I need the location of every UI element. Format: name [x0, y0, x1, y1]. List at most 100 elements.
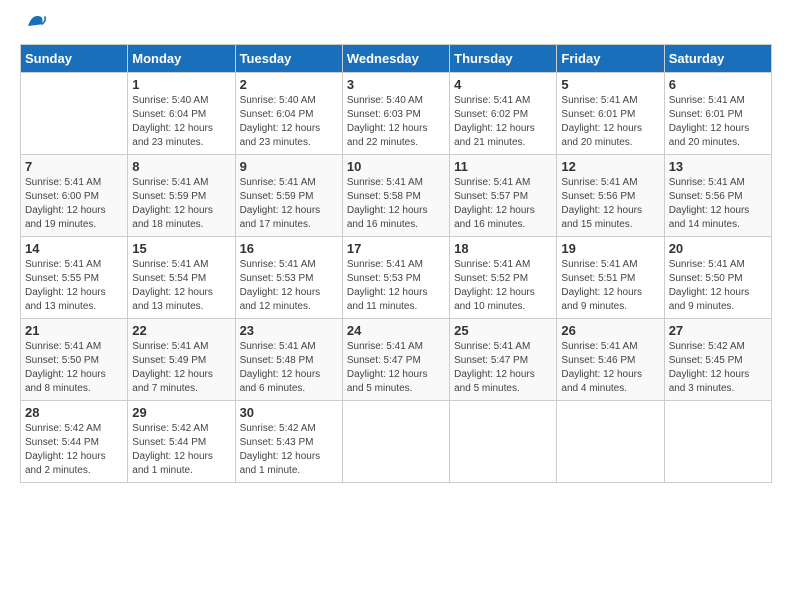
calendar-cell: 24Sunrise: 5:41 AM Sunset: 5:47 PM Dayli… [342, 319, 449, 401]
calendar-cell: 6 Sunrise: 5:41 AM Sunset: 6:01 PM Daylig… [664, 73, 771, 155]
day-info: Sunrise: 5:42 AM Sunset: 5:43 PM Dayligh… [240, 422, 338, 478]
calendar-cell: 17Sunrise: 5:41 AM Sunset: 5:53 PM Dayli… [342, 237, 449, 319]
day-number: 23 [240, 323, 338, 338]
day-number: 20 [669, 241, 767, 256]
day-info: Sunrise: 5:41 AM Sunset: 6:01 PM Dayligh… [669, 94, 767, 150]
col-header-tuesday: Tuesday [235, 45, 342, 73]
day-number: 3 [347, 77, 445, 92]
calendar-cell [21, 73, 128, 155]
day-number: 1 [132, 77, 230, 92]
calendar-cell: 18 Sunrise: 5:41 AM Sunset: 5:52 PM Dayli… [450, 237, 557, 319]
day-number: 7 [25, 159, 123, 174]
day-info: Sunrise: 5:41 AM Sunset: 5:53 PM Dayligh… [347, 258, 445, 314]
day-info: Sunrise: 5:41 AM Sunset: 5:56 PM Dayligh… [561, 176, 659, 232]
calendar-week-row: 1 Sunrise: 5:40 AM Sunset: 6:04 PM Daylig… [21, 73, 772, 155]
calendar-cell [342, 401, 449, 483]
day-info: Sunrise: 5:41 AM Sunset: 5:50 PM Dayligh… [25, 340, 123, 396]
col-header-thursday: Thursday [450, 45, 557, 73]
day-number: 29 [132, 405, 230, 420]
calendar-header-row: SundayMondayTuesdayWednesdayThursdayFrid… [21, 45, 772, 73]
calendar-cell: 3 Sunrise: 5:40 AM Sunset: 6:03 PM Daylig… [342, 73, 449, 155]
day-info: Sunrise: 5:41 AM Sunset: 5:55 PM Dayligh… [25, 258, 123, 314]
day-number: 21 [25, 323, 123, 338]
day-info: Sunrise: 5:41 AM Sunset: 6:01 PM Dayligh… [561, 94, 659, 150]
day-number: 5 [561, 77, 659, 92]
calendar-cell: 7 Sunrise: 5:41 AM Sunset: 6:00 PM Daylig… [21, 155, 128, 237]
calendar-cell: 14 Sunrise: 5:41 AM Sunset: 5:55 PM Dayli… [21, 237, 128, 319]
calendar-cell: 9Sunrise: 5:41 AM Sunset: 5:59 PM Daylig… [235, 155, 342, 237]
day-number: 13 [669, 159, 767, 174]
day-number: 26 [561, 323, 659, 338]
calendar-cell: 12 Sunrise: 5:41 AM Sunset: 5:56 PM Dayli… [557, 155, 664, 237]
day-info: Sunrise: 5:40 AM Sunset: 6:03 PM Dayligh… [347, 94, 445, 150]
day-info: Sunrise: 5:41 AM Sunset: 5:57 PM Dayligh… [454, 176, 552, 232]
col-header-friday: Friday [557, 45, 664, 73]
day-number: 8 [132, 159, 230, 174]
day-info: Sunrise: 5:42 AM Sunset: 5:44 PM Dayligh… [132, 422, 230, 478]
day-info: Sunrise: 5:41 AM Sunset: 5:50 PM Dayligh… [669, 258, 767, 314]
day-number: 12 [561, 159, 659, 174]
calendar-cell: 20 Sunrise: 5:41 AM Sunset: 5:50 PM Dayli… [664, 237, 771, 319]
day-info: Sunrise: 5:41 AM Sunset: 6:00 PM Dayligh… [25, 176, 123, 232]
calendar-cell: 25 Sunrise: 5:41 AM Sunset: 5:47 PM Dayli… [450, 319, 557, 401]
day-info: Sunrise: 5:41 AM Sunset: 5:58 PM Dayligh… [347, 176, 445, 232]
col-header-saturday: Saturday [664, 45, 771, 73]
day-number: 11 [454, 159, 552, 174]
calendar-cell: 27Sunrise: 5:42 AM Sunset: 5:45 PM Dayli… [664, 319, 771, 401]
calendar-cell: 15Sunrise: 5:41 AM Sunset: 5:54 PM Dayli… [128, 237, 235, 319]
day-number: 6 [669, 77, 767, 92]
day-info: Sunrise: 5:42 AM Sunset: 5:45 PM Dayligh… [669, 340, 767, 396]
col-header-wednesday: Wednesday [342, 45, 449, 73]
day-number: 18 [454, 241, 552, 256]
day-number: 22 [132, 323, 230, 338]
logo-text [20, 20, 48, 34]
day-number: 19 [561, 241, 659, 256]
day-info: Sunrise: 5:40 AM Sunset: 6:04 PM Dayligh… [240, 94, 338, 150]
day-number: 28 [25, 405, 123, 420]
day-info: Sunrise: 5:42 AM Sunset: 5:44 PM Dayligh… [25, 422, 123, 478]
calendar-cell: 30 Sunrise: 5:42 AM Sunset: 5:43 PM Dayli… [235, 401, 342, 483]
day-number: 15 [132, 241, 230, 256]
calendar-cell [450, 401, 557, 483]
calendar-cell: 13 Sunrise: 5:41 AM Sunset: 5:56 PM Dayli… [664, 155, 771, 237]
day-number: 10 [347, 159, 445, 174]
logo [20, 20, 48, 34]
calendar-cell: 5 Sunrise: 5:41 AM Sunset: 6:01 PM Daylig… [557, 73, 664, 155]
calendar-week-row: 7 Sunrise: 5:41 AM Sunset: 6:00 PM Daylig… [21, 155, 772, 237]
day-info: Sunrise: 5:41 AM Sunset: 5:59 PM Dayligh… [240, 176, 338, 232]
calendar-table: SundayMondayTuesdayWednesdayThursdayFrid… [20, 44, 772, 483]
day-number: 16 [240, 241, 338, 256]
calendar-week-row: 28 Sunrise: 5:42 AM Sunset: 5:44 PM Dayli… [21, 401, 772, 483]
calendar-cell: 26 Sunrise: 5:41 AM Sunset: 5:46 PM Dayli… [557, 319, 664, 401]
calendar-cell: 23 Sunrise: 5:41 AM Sunset: 5:48 PM Dayli… [235, 319, 342, 401]
calendar-cell: 10 Sunrise: 5:41 AM Sunset: 5:58 PM Dayli… [342, 155, 449, 237]
day-info: Sunrise: 5:41 AM Sunset: 5:48 PM Dayligh… [240, 340, 338, 396]
day-info: Sunrise: 5:40 AM Sunset: 6:04 PM Dayligh… [132, 94, 230, 150]
day-number: 24 [347, 323, 445, 338]
day-info: Sunrise: 5:41 AM Sunset: 5:46 PM Dayligh… [561, 340, 659, 396]
day-info: Sunrise: 5:41 AM Sunset: 5:53 PM Dayligh… [240, 258, 338, 314]
calendar-cell: 1 Sunrise: 5:40 AM Sunset: 6:04 PM Daylig… [128, 73, 235, 155]
calendar-cell: 22 Sunrise: 5:41 AM Sunset: 5:49 PM Dayli… [128, 319, 235, 401]
day-number: 14 [25, 241, 123, 256]
calendar-cell: 4 Sunrise: 5:41 AM Sunset: 6:02 PM Daylig… [450, 73, 557, 155]
calendar-cell [664, 401, 771, 483]
day-number: 30 [240, 405, 338, 420]
col-header-sunday: Sunday [21, 45, 128, 73]
calendar-week-row: 14 Sunrise: 5:41 AM Sunset: 5:55 PM Dayli… [21, 237, 772, 319]
calendar-cell: 21 Sunrise: 5:41 AM Sunset: 5:50 PM Dayli… [21, 319, 128, 401]
calendar-week-row: 21 Sunrise: 5:41 AM Sunset: 5:50 PM Dayli… [21, 319, 772, 401]
day-number: 4 [454, 77, 552, 92]
day-info: Sunrise: 5:41 AM Sunset: 5:59 PM Dayligh… [132, 176, 230, 232]
day-number: 25 [454, 323, 552, 338]
page-header [20, 20, 772, 34]
day-info: Sunrise: 5:41 AM Sunset: 6:02 PM Dayligh… [454, 94, 552, 150]
calendar-cell: 16 Sunrise: 5:41 AM Sunset: 5:53 PM Dayli… [235, 237, 342, 319]
col-header-monday: Monday [128, 45, 235, 73]
calendar-cell: 19Sunrise: 5:41 AM Sunset: 5:51 PM Dayli… [557, 237, 664, 319]
day-info: Sunrise: 5:41 AM Sunset: 5:56 PM Dayligh… [669, 176, 767, 232]
day-info: Sunrise: 5:41 AM Sunset: 5:47 PM Dayligh… [454, 340, 552, 396]
day-info: Sunrise: 5:41 AM Sunset: 5:52 PM Dayligh… [454, 258, 552, 314]
calendar-cell: 11 Sunrise: 5:41 AM Sunset: 5:57 PM Dayli… [450, 155, 557, 237]
day-info: Sunrise: 5:41 AM Sunset: 5:49 PM Dayligh… [132, 340, 230, 396]
